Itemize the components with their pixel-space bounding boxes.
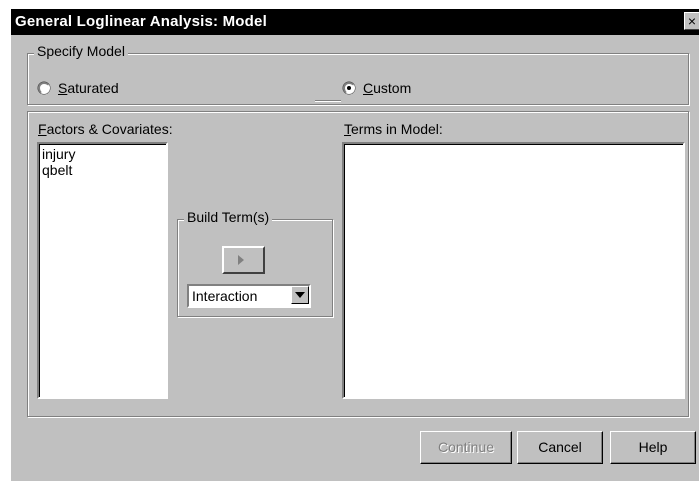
saturated-radio-option[interactable]: Saturated <box>38 80 119 96</box>
terms-label: Terms in Model: <box>344 121 443 137</box>
build-term-arrow-button[interactable] <box>222 246 265 274</box>
custom-radio-option[interactable]: Custom <box>343 80 411 96</box>
custom-label[interactable]: Custom <box>363 80 411 96</box>
build-term-legend: Build Term(s) <box>184 209 273 225</box>
cancel-label: Cancel <box>538 439 582 455</box>
title-bar: General Loglinear Analysis: Model × <box>11 9 699 35</box>
specify-model-group <box>27 53 689 105</box>
term-type-select[interactable]: Interaction <box>187 284 311 308</box>
custom-radio[interactable] <box>343 82 355 94</box>
close-icon: × <box>687 13 697 29</box>
factors-label: Factors & Covariates: <box>38 121 173 137</box>
saturated-label[interactable]: Saturated <box>58 80 119 96</box>
help-label: Help <box>638 439 668 455</box>
right-arrow-icon <box>238 255 244 265</box>
factors-listbox[interactable]: injury qbelt <box>37 142 168 399</box>
window-title: General Loglinear Analysis: Model <box>15 13 267 30</box>
list-item[interactable]: qbelt <box>39 162 166 178</box>
saturated-radio[interactable] <box>38 82 50 94</box>
term-type-value: Interaction <box>192 288 258 304</box>
terms-listbox[interactable] <box>342 142 685 399</box>
list-item[interactable]: injury <box>39 146 166 162</box>
cancel-button[interactable]: Cancel <box>517 431 603 464</box>
specify-model-legend: Specify Model <box>34 43 128 59</box>
close-button[interactable]: × <box>684 12 699 30</box>
chevron-down-icon[interactable] <box>291 286 309 304</box>
continue-label: Continue <box>437 439 495 455</box>
help-button[interactable]: Help <box>610 431 696 464</box>
model-dialog: General Loglinear Analysis: Model × Spec… <box>10 8 699 481</box>
separator-line <box>315 100 341 101</box>
continue-button[interactable]: Continue <box>420 431 512 464</box>
